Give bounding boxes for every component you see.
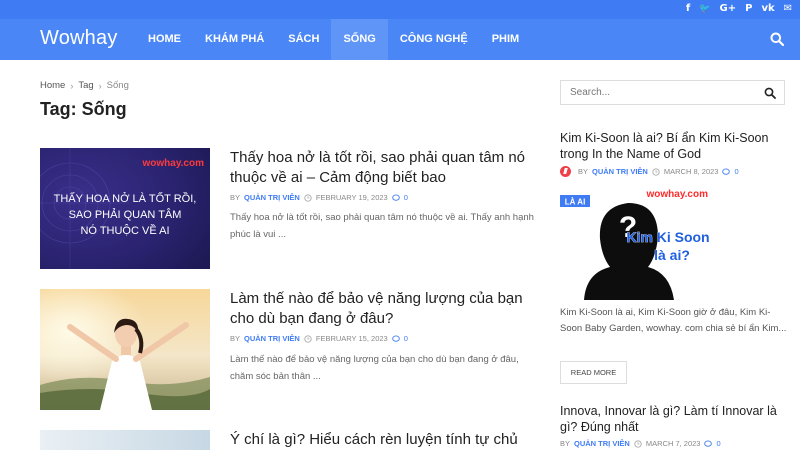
search-icon[interactable] bbox=[764, 87, 776, 99]
twitter-icon[interactable]: 🐦 bbox=[699, 2, 710, 16]
post-date: MARCH 7, 2023 bbox=[645, 439, 701, 448]
pinterest-icon[interactable]: P bbox=[745, 2, 752, 16]
site-logo[interactable]: Wowhay bbox=[40, 27, 118, 50]
social-links: f 🐦 G+ P vk ✉ bbox=[686, 2, 792, 16]
post-thumbnail[interactable] bbox=[40, 289, 210, 410]
meta-by: BY bbox=[560, 439, 571, 448]
comment-count[interactable]: 0 bbox=[404, 334, 408, 343]
thumbnail-brand: wowhay.com bbox=[142, 158, 205, 169]
nav-item-cong-nghe[interactable]: CÔNG NGHỆ bbox=[388, 19, 480, 60]
nav-item-home[interactable]: HOME bbox=[136, 19, 193, 60]
breadcrumb-home[interactable]: Home bbox=[40, 80, 65, 91]
search-icon[interactable] bbox=[770, 32, 784, 46]
image-caption-line: là ai? bbox=[654, 247, 690, 263]
post-author[interactable]: QUẢN TRỊ VIÊN bbox=[244, 334, 300, 343]
post-item: Ý chí là gì? Hiểu cách rèn luyện tính tự… bbox=[40, 430, 532, 450]
meta-by: BY bbox=[230, 334, 241, 343]
clock-icon bbox=[634, 439, 642, 448]
comment-count[interactable]: 0 bbox=[716, 439, 720, 448]
post-excerpt: Thấy hoa nở là tốt rồi, sao phải quan tâ… bbox=[230, 212, 534, 240]
post-thumbnail-image bbox=[40, 430, 210, 450]
meta-by: BY bbox=[230, 193, 241, 202]
breadcrumb: Home › Tag › Sống bbox=[40, 80, 129, 91]
image-tag: LÀ AI bbox=[565, 198, 586, 207]
post-date: MARCH 8, 2023 bbox=[663, 167, 719, 176]
post-title[interactable]: Làm thế nào để bảo vệ năng lượng của bạn… bbox=[230, 289, 535, 329]
comment-icon[interactable] bbox=[391, 193, 400, 202]
post-excerpt: Làm thế nào để bảo vệ năng lượng của bạn… bbox=[230, 354, 519, 382]
post-date: FEBRUARY 15, 2023 bbox=[315, 334, 388, 343]
read-more-button[interactable]: READ MORE bbox=[560, 361, 627, 384]
sidebar-post-image[interactable]: LÀ AI wowhay.com ? Kim Ki Soon là ai? bbox=[560, 187, 712, 300]
post-date: FEBRUARY 19, 2023 bbox=[315, 193, 388, 202]
sidebar-post-image-art: LÀ AI wowhay.com ? Kim Ki Soon là ai? bbox=[560, 187, 712, 300]
post-item: Làm thế nào để bảo vệ năng lượng của bạn… bbox=[40, 289, 532, 410]
page-title: Tag: Sống bbox=[40, 99, 127, 119]
search-input[interactable] bbox=[561, 81, 756, 104]
clock-icon bbox=[652, 167, 660, 176]
post-item: wowhay.com THẤY HOA NỞ LÀ TỐT RỒI, SAO P… bbox=[40, 148, 535, 269]
thumbnail-text-line: SAO PHẢI QUAN TÂM bbox=[69, 208, 182, 221]
image-caption-line: Kim Ki Soon bbox=[626, 229, 709, 245]
sidebar-post-meta: BY QUẢN TRỊ VIÊN MARCH 7, 2023 0 bbox=[560, 439, 721, 448]
trending-icon bbox=[560, 166, 571, 177]
post-meta: BY QUẢN TRỊ VIÊN FEBRUARY 15, 2023 0 bbox=[230, 334, 408, 343]
comment-icon[interactable] bbox=[391, 334, 400, 343]
facebook-icon[interactable]: f bbox=[686, 2, 690, 16]
post-thumbnail[interactable]: wowhay.com THẤY HOA NỞ LÀ TỐT RỒI, SAO P… bbox=[40, 148, 210, 269]
post-author[interactable]: QUẢN TRỊ VIÊN bbox=[244, 193, 300, 202]
comment-count[interactable]: 0 bbox=[734, 167, 738, 176]
breadcrumb-current: Sống bbox=[106, 80, 129, 91]
post-thumbnail-image bbox=[40, 289, 210, 410]
nav-item-phim[interactable]: PHIM bbox=[480, 19, 532, 60]
post-meta: BY QUẢN TRỊ VIÊN FEBRUARY 19, 2023 0 bbox=[230, 193, 408, 202]
post-author[interactable]: QUẢN TRỊ VIÊN bbox=[592, 167, 648, 176]
sidebar-post-excerpt: Kim Ki-Soon là ai, Kim Ki-Soon giờ ở đâu… bbox=[560, 307, 787, 334]
clock-icon bbox=[304, 334, 312, 343]
main-menu: HOME KHÁM PHÁ SÁCH SỐNG CÔNG NGHỆ PHIM bbox=[136, 19, 531, 60]
top-bar: f 🐦 G+ P vk ✉ bbox=[0, 0, 800, 19]
post-author[interactable]: QUẢN TRỊ VIÊN bbox=[574, 439, 630, 448]
clock-icon bbox=[304, 193, 312, 202]
chevron-right-icon: › bbox=[98, 80, 102, 91]
post-thumbnail-image: wowhay.com THẤY HOA NỞ LÀ TỐT RỒI, SAO P… bbox=[40, 148, 210, 269]
comment-icon[interactable] bbox=[704, 439, 713, 448]
nav-item-song[interactable]: SỐNG bbox=[331, 19, 388, 60]
comment-icon[interactable] bbox=[722, 167, 731, 176]
post-thumbnail[interactable] bbox=[40, 430, 210, 450]
comment-count[interactable]: 0 bbox=[404, 193, 408, 202]
image-brand: wowhay.com bbox=[646, 189, 709, 200]
google-plus-icon[interactable]: G+ bbox=[720, 2, 737, 16]
thumbnail-text-line: THẤY HOA NỞ LÀ TỐT RỒI, bbox=[54, 191, 197, 205]
sidebar-post-title[interactable]: Kim Ki-Soon là ai? Bí ẩn Kim Ki-Soon tro… bbox=[560, 130, 790, 162]
sidebar-post-meta: BY QUẢN TRỊ VIÊN MARCH 8, 2023 0 bbox=[560, 166, 739, 177]
vk-icon[interactable]: vk bbox=[761, 2, 774, 16]
email-icon[interactable]: ✉ bbox=[784, 2, 792, 16]
main-navbar: Wowhay HOME KHÁM PHÁ SÁCH SỐNG CÔNG NGHỆ… bbox=[0, 19, 800, 60]
nav-item-kham-pha[interactable]: KHÁM PHÁ bbox=[193, 19, 276, 60]
post-title[interactable]: Thấy hoa nở là tốt rồi, sao phải quan tâ… bbox=[230, 148, 535, 188]
sidebar-search bbox=[560, 80, 785, 105]
thumbnail-text-line: NÓ THUỘC VỀ AI bbox=[80, 224, 169, 237]
post-title[interactable]: Ý chí là gì? Hiểu cách rèn luyện tính tự… bbox=[230, 430, 540, 450]
meta-by: BY bbox=[578, 167, 589, 176]
nav-item-sach[interactable]: SÁCH bbox=[276, 19, 331, 60]
chevron-right-icon: › bbox=[70, 80, 74, 91]
breadcrumb-tag[interactable]: Tag bbox=[78, 80, 93, 91]
sidebar-post-title[interactable]: Innova, Innovar là gì? Làm tí Innovar là… bbox=[560, 403, 790, 435]
